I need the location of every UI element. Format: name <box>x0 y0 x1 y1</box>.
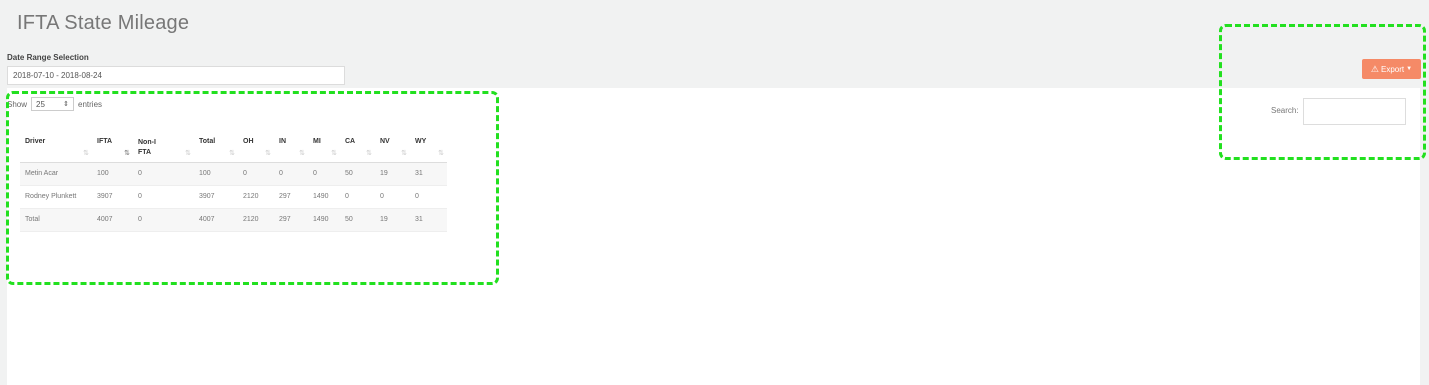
cell-mi: 0 <box>308 162 340 186</box>
cell-total: 3907 <box>194 185 238 209</box>
sort-desc-icon: ⇅ <box>124 149 130 157</box>
cell-nv: 19 <box>375 208 410 232</box>
cell-non-ifta: 0 <box>133 208 194 232</box>
entries-label: entries <box>78 99 103 109</box>
cell-total: 100 <box>194 162 238 186</box>
page-title: IFTA State Mileage <box>17 12 190 34</box>
column-header-wy[interactable]: WY ⇅ <box>410 131 447 163</box>
column-header-ca[interactable]: CA ⇅ <box>340 131 375 163</box>
cell-ca: 0 <box>340 185 375 209</box>
date-range-input[interactable]: 2018-07-10 - 2018-08-24 <box>7 66 345 85</box>
page-length-select[interactable]: 25 ⇕ <box>31 97 75 111</box>
column-header-non-ifta[interactable]: Non-IFTA ⇅ <box>133 131 194 163</box>
sort-icon: ⇅ <box>331 149 337 157</box>
cell-ifta: 3907 <box>92 185 133 209</box>
cell-ca: 50 <box>340 208 375 232</box>
table-row-total: Total 4007 0 4007 2120 297 1490 50 19 31 <box>20 208 447 232</box>
column-header-mi[interactable]: MI ⇅ <box>308 131 340 163</box>
table-row: Rodney Plunkett 3907 0 3907 2120 297 149… <box>20 185 447 209</box>
cell-non-ifta: 0 <box>133 162 194 186</box>
column-header-ifta[interactable]: IFTA ⇅ <box>92 131 133 163</box>
cell-ifta: 4007 <box>92 208 133 232</box>
column-header-total[interactable]: Total ⇅ <box>194 131 238 163</box>
table-row: Metin Acar 100 0 100 0 0 0 50 19 31 <box>20 162 447 186</box>
cell-ca: 50 <box>340 162 375 186</box>
table-header-row: Driver ⇅ IFTA ⇅ Non-IFTA ⇅ Total ⇅ OH ⇅ IN ⇅ M… <box>20 131 447 163</box>
sort-icon: ⇅ <box>401 149 407 157</box>
page-length-value: 25 <box>36 99 45 109</box>
cell-nv: 0 <box>375 185 410 209</box>
cell-total: 4007 <box>194 208 238 232</box>
warning-triangle-icon: ⚠ <box>1370 63 1379 74</box>
cell-in: 297 <box>274 185 308 209</box>
date-range-label: Date Range Selection <box>7 53 89 62</box>
cell-ifta: 100 <box>92 162 133 186</box>
search-label: Search: <box>1271 106 1299 115</box>
sort-icon: ⇅ <box>366 149 372 157</box>
sort-icon: ⇅ <box>265 149 271 157</box>
sort-icon: ⇅ <box>185 149 191 157</box>
cell-mi: 1490 <box>308 208 340 232</box>
cell-driver: Metin Acar <box>20 162 92 186</box>
cell-wy: 0 <box>410 185 447 209</box>
cell-wy: 31 <box>410 208 447 232</box>
cell-in: 0 <box>274 162 308 186</box>
cell-in: 297 <box>274 208 308 232</box>
search-input[interactable] <box>1303 98 1406 125</box>
column-header-in[interactable]: IN ⇅ <box>274 131 308 163</box>
cell-oh: 2120 <box>238 208 274 232</box>
cell-nv: 19 <box>375 162 410 186</box>
caret-down-icon: ▼ <box>1406 66 1413 72</box>
cell-driver: Total <box>20 208 92 232</box>
sort-icon: ⇅ <box>229 149 235 157</box>
export-button[interactable]: ⚠ Export ▼ <box>1362 59 1421 79</box>
page-length-control: Show 25 ⇕ entries <box>7 97 102 111</box>
column-header-driver[interactable]: Driver ⇅ <box>20 131 92 163</box>
mileage-table: Driver ⇅ IFTA ⇅ Non-IFTA ⇅ Total ⇅ OH ⇅ IN ⇅ M… <box>20 131 447 232</box>
cell-oh: 0 <box>238 162 274 186</box>
cell-wy: 31 <box>410 162 447 186</box>
column-header-oh[interactable]: OH ⇅ <box>238 131 274 163</box>
cell-driver: Rodney Plunkett <box>20 185 92 209</box>
cell-mi: 1490 <box>308 185 340 209</box>
sort-icon: ⇅ <box>438 149 444 157</box>
sort-icon: ⇅ <box>299 149 305 157</box>
select-arrows-icon: ⇕ <box>63 101 70 108</box>
show-label: Show <box>7 99 28 109</box>
sort-icon: ⇅ <box>83 149 89 157</box>
cell-oh: 2120 <box>238 185 274 209</box>
column-header-nv[interactable]: NV ⇅ <box>375 131 410 163</box>
export-label: Export <box>1381 64 1405 74</box>
cell-non-ifta: 0 <box>133 185 194 209</box>
